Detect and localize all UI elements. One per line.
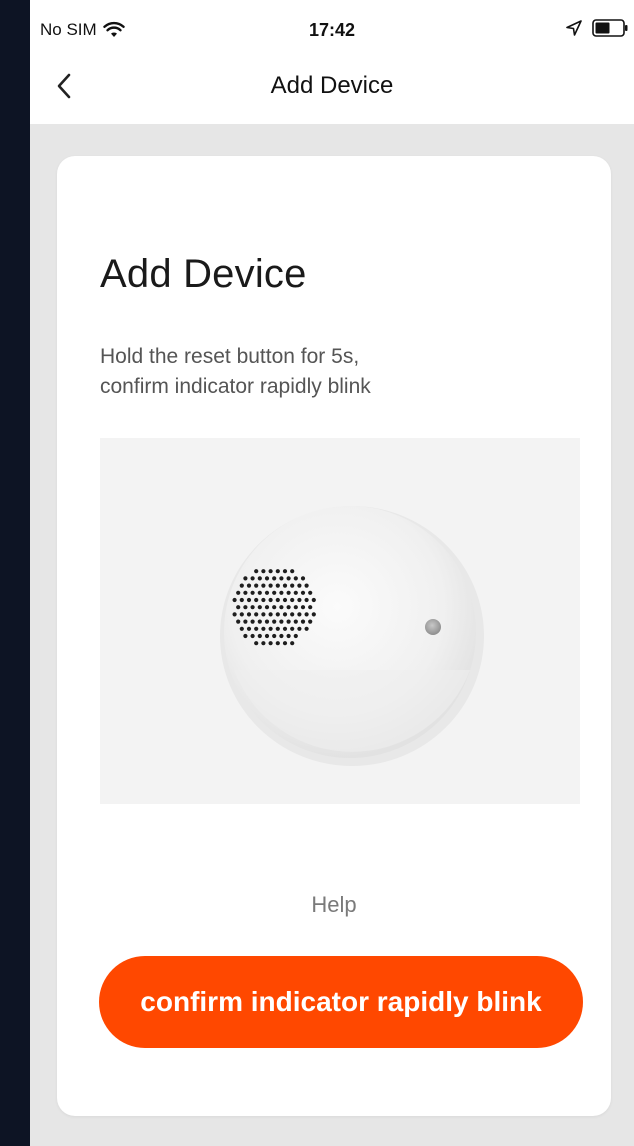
add-device-card: Add Device Hold the reset button for 5s,… — [57, 156, 611, 1116]
instruction-line-1: Hold the reset button for 5s, — [100, 345, 360, 368]
instruction-text: Hold the reset button for 5s, confirm in… — [100, 342, 560, 402]
app-screen: No SIM 17:42 Add Device Add Device Hold … — [30, 0, 634, 1146]
status-right-icons — [566, 18, 628, 38]
nav-bar: Add Device — [30, 56, 634, 124]
card-title: Add Device — [100, 252, 307, 296]
battery-icon — [592, 19, 628, 37]
device-image-panel — [100, 438, 580, 804]
location-arrow-icon — [566, 20, 582, 36]
confirm-indicator-button[interactable]: confirm indicator rapidly blink — [99, 956, 583, 1048]
header: No SIM 17:42 Add Device — [30, 0, 634, 124]
help-link[interactable]: Help — [57, 892, 611, 918]
nav-title: Add Device — [270, 72, 394, 99]
indicator-light — [425, 619, 441, 635]
status-bar: No SIM 17:42 — [30, 0, 634, 56]
instruction-line-2: confirm indicator rapidly blink — [100, 375, 371, 398]
smoke-detector-image — [220, 506, 484, 766]
status-time: 17:42 — [308, 20, 356, 40]
